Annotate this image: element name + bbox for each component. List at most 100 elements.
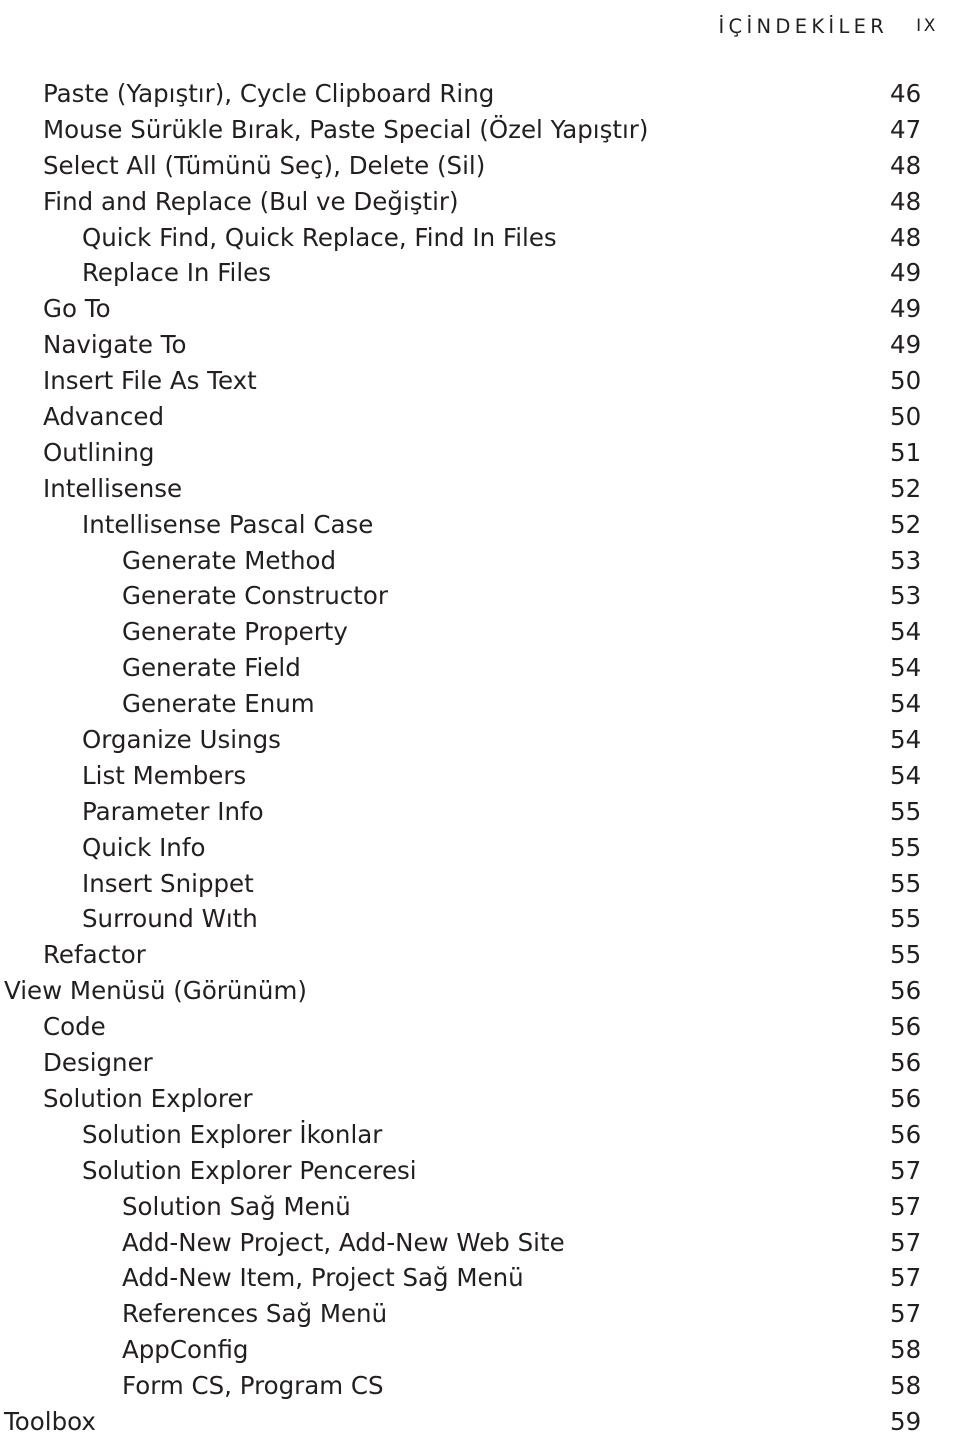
toc-entry[interactable]: Mouse Sürükle Bırak, Paste Special (Özel… <box>0 112 960 148</box>
toc-entry-label: Quick Info <box>82 832 206 862</box>
toc-entry[interactable]: Add-New Item, Project Sağ Menü 57 <box>0 1260 960 1296</box>
toc-entry[interactable]: Generate Field 54 <box>0 650 960 686</box>
toc-entry-page-number: 53 <box>890 581 922 611</box>
toc-entry[interactable]: Find and Replace (Bul ve Değiştir) 48 <box>0 184 960 220</box>
toc-entry-page-number: 57 <box>890 1191 922 1221</box>
toc-entry[interactable]: Solution Explorer 56 <box>0 1081 960 1117</box>
toc-entry-label: Advanced <box>43 402 165 432</box>
toc-entry-page-number: 49 <box>890 330 922 360</box>
toc-entry-label: Find and Replace (Bul ve Değiştir) <box>43 186 459 216</box>
toc-entry[interactable]: Surround Wıth 55 <box>0 901 960 937</box>
toc-entry-label: Designer <box>43 1048 153 1078</box>
running-head-folio: IX <box>916 16 938 36</box>
toc-entry-page-number: 54 <box>890 760 922 790</box>
toc-entry[interactable]: Generate Method 53 <box>0 543 960 579</box>
toc-entry[interactable]: References Sağ Menü 57 <box>0 1296 960 1332</box>
toc-entry-label: Mouse Sürükle Bırak, Paste Special (Özel… <box>43 114 649 144</box>
toc-entry-label: Toolbox <box>4 1406 96 1436</box>
toc-entry-page-number: 48 <box>890 186 922 216</box>
toc-entry-label: AppConfig <box>122 1335 249 1365</box>
toc-entry-page-number: 58 <box>890 1335 922 1365</box>
toc-entry-page-number: 48 <box>890 222 922 252</box>
toc-entry[interactable]: Form CS, Program CS 58 <box>0 1368 960 1404</box>
toc-entry[interactable]: Insert File As Text 50 <box>0 363 960 399</box>
toc-entry-label: References Sağ Menü <box>122 1299 388 1329</box>
toc-entry-label: Refactor <box>43 940 146 970</box>
toc-entry[interactable]: Refactor 55 <box>0 937 960 973</box>
toc-entry-page-number: 54 <box>890 617 922 647</box>
toc-entry-page-number: 46 <box>890 79 922 108</box>
toc-entry[interactable]: AppConfig 58 <box>0 1332 960 1368</box>
toc-entry-label: Generate Property <box>122 617 348 647</box>
toc-entry[interactable]: Add-New Project, Add-New Web Site 57 <box>0 1225 960 1261</box>
toc-entry-label: Go To <box>43 294 111 324</box>
toc-entry-label: Generate Method <box>122 545 337 575</box>
toc-entry[interactable]: Solution Explorer Penceresi 57 <box>0 1153 960 1189</box>
toc-entry-page-number: 58 <box>890 1371 922 1401</box>
toc-entry-page-number: 47 <box>890 114 922 144</box>
toc-entry[interactable]: Generate Property 54 <box>0 614 960 650</box>
toc-entry-label: Form CS, Program CS <box>122 1371 384 1401</box>
toc-entry-page-number: 49 <box>890 258 922 288</box>
toc-entry-label: Code <box>43 1012 106 1042</box>
toc-entry[interactable]: Intellisense Pascal Case 52 <box>0 507 960 543</box>
toc-entry-page-number: 57 <box>890 1299 922 1329</box>
toc-entry[interactable]: Code 56 <box>0 1009 960 1045</box>
toc-entry-page-number: 54 <box>890 689 922 719</box>
toc-entry-page-number: 57 <box>890 1155 922 1185</box>
toc-entry-page-number: 48 <box>890 150 922 180</box>
toc-entry[interactable]: Select All (Tümünü Seç), Delete (Sil) 48 <box>0 148 960 184</box>
toc-entry-label: Insert Snippet <box>82 868 254 898</box>
toc-entry-label: Intellisense Pascal Case <box>82 509 374 539</box>
toc-entry-page-number: 56 <box>890 1012 922 1042</box>
toc-entry-page-number: 56 <box>890 976 922 1006</box>
toc-entry[interactable]: Toolbox 59 <box>0 1404 960 1440</box>
toc-entry-page-number: 59 <box>890 1406 922 1436</box>
toc-entry-label: Navigate To <box>43 330 187 360</box>
toc-entry[interactable]: Go To 49 <box>0 291 960 327</box>
toc-entry[interactable]: Solution Sağ Menü 57 <box>0 1189 960 1225</box>
toc-entry[interactable]: Generate Enum 54 <box>0 686 960 722</box>
toc-entry-label: Intellisense <box>43 473 183 503</box>
toc-entry-page-number: 55 <box>890 796 922 826</box>
table-of-contents-list: Paste (Yapıştır), Cycle Clipboard Ring 46… <box>0 76 960 1440</box>
toc-entry-page-number: 54 <box>890 653 922 683</box>
toc-entry[interactable]: Generate Constructor 53 <box>0 578 960 614</box>
toc-entry-page-number: 52 <box>890 473 922 503</box>
toc-entry-label: Surround Wıth <box>82 904 258 934</box>
toc-entry[interactable]: Quick Info 55 <box>0 830 960 866</box>
toc-entry-page-number: 57 <box>890 1227 922 1257</box>
toc-entry[interactable]: Intellisense 52 <box>0 471 960 507</box>
toc-entry-label: Insert File As Text <box>43 366 257 396</box>
toc-entry-page-number: 56 <box>890 1119 922 1149</box>
toc-entry[interactable]: Outlining 51 <box>0 435 960 471</box>
toc-entry[interactable]: Navigate To 49 <box>0 327 960 363</box>
toc-entry-page-number: 52 <box>890 509 922 539</box>
toc-entry[interactable]: Advanced 50 <box>0 399 960 435</box>
toc-entry[interactable]: List Members 54 <box>0 758 960 794</box>
toc-entry-label: Paste (Yapıştır), Cycle Clipboard Ring <box>43 79 495 108</box>
toc-entry-label: Solution Explorer Penceresi <box>82 1155 417 1185</box>
toc-entry-label: View Menüsü (Görünüm) <box>4 976 307 1006</box>
toc-entry-page-number: 57 <box>890 1263 922 1293</box>
toc-entry[interactable]: View Menüsü (Görünüm) 56 <box>0 973 960 1009</box>
toc-entry[interactable]: Paste (Yapıştır), Cycle Clipboard Ring 46 <box>0 76 960 112</box>
toc-entry-label: Add-New Project, Add-New Web Site <box>122 1227 565 1257</box>
toc-entry-page-number: 50 <box>890 366 922 396</box>
toc-entry-page-number: 55 <box>890 868 922 898</box>
toc-entry-page-number: 53 <box>890 545 922 575</box>
toc-entry[interactable]: Parameter Info 55 <box>0 794 960 830</box>
toc-entry-page-number: 55 <box>890 940 922 970</box>
toc-entry-label: Select All (Tümünü Seç), Delete (Sil) <box>43 150 486 180</box>
toc-entry[interactable]: Insert Snippet 55 <box>0 866 960 902</box>
toc-entry-label: List Members <box>82 760 247 790</box>
toc-entry[interactable]: Designer 56 <box>0 1045 960 1081</box>
toc-entry[interactable]: Solution Explorer İkonlar 56 <box>0 1117 960 1153</box>
toc-entry[interactable]: Organize Usings 54 <box>0 722 960 758</box>
toc-entry-label: Solution Explorer <box>43 1083 253 1113</box>
toc-entry-page-number: 49 <box>890 294 922 324</box>
toc-entry-page-number: 50 <box>890 402 922 432</box>
toc-entry[interactable]: Quick Find, Quick Replace, Find In Files… <box>0 220 960 256</box>
toc-entry[interactable]: Replace In Files 49 <box>0 255 960 291</box>
toc-entry-page-number: 55 <box>890 832 922 862</box>
